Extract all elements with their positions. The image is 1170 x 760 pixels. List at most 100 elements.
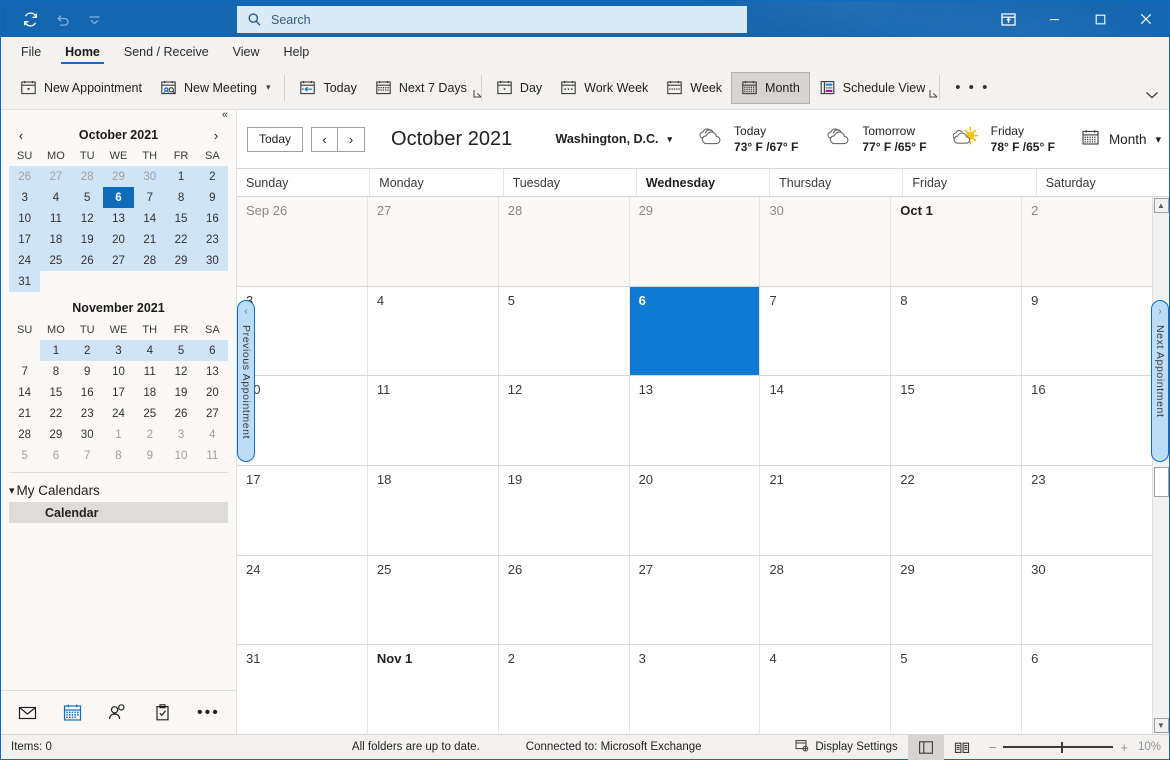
mini-calendar-day[interactable]: 30 bbox=[72, 424, 103, 445]
mini-calendar-day[interactable]: 29 bbox=[165, 250, 196, 271]
calendar-day-cell[interactable]: 15 bbox=[891, 376, 1022, 465]
mini-calendar-day[interactable]: 9 bbox=[72, 361, 103, 382]
chevron-down-icon[interactable]: ▾ bbox=[668, 134, 673, 145]
ribbon-display-options-icon[interactable] bbox=[985, 1, 1031, 37]
mini-calendar-day[interactable]: 21 bbox=[9, 403, 40, 424]
mini-calendar-day[interactable]: 19 bbox=[165, 382, 196, 403]
mini-calendar-day[interactable]: 21 bbox=[134, 229, 165, 250]
tab-help[interactable]: Help bbox=[272, 37, 322, 66]
mini-calendar-day[interactable]: 17 bbox=[103, 382, 134, 403]
calendar-day-cell[interactable]: 10 bbox=[237, 376, 368, 465]
tab-file[interactable]: File bbox=[9, 37, 53, 66]
my-calendars-header[interactable]: ▾ My Calendars bbox=[1, 479, 236, 502]
mini-calendar-day[interactable]: 4 bbox=[134, 340, 165, 361]
zoom-slider-knob[interactable] bbox=[1061, 742, 1064, 753]
arrange-dialog-launcher-icon[interactable] bbox=[929, 87, 938, 101]
calendar-day-cell[interactable]: 3 bbox=[630, 645, 761, 734]
weather-friday[interactable]: Friday 78° F /65° F bbox=[953, 123, 1055, 155]
zoom-in-button[interactable]: + bbox=[1120, 740, 1128, 755]
mini-calendar-day[interactable]: 18 bbox=[40, 229, 71, 250]
mini-calendar-day[interactable]: 19 bbox=[72, 229, 103, 250]
calendar-day-cell[interactable]: 18 bbox=[368, 466, 499, 555]
calendar-day-cell[interactable]: Sep 26 bbox=[237, 197, 368, 286]
mini-calendar-day[interactable]: 24 bbox=[103, 403, 134, 424]
week-view-button[interactable]: Week bbox=[657, 72, 731, 104]
calendar-day-cell[interactable]: 6 bbox=[1022, 645, 1152, 734]
calendar-day-cell[interactable]: Oct 1 bbox=[891, 197, 1022, 286]
collapse-ribbon-icon[interactable] bbox=[1145, 87, 1159, 105]
calendar-day-cell[interactable]: 29 bbox=[630, 197, 761, 286]
tab-home[interactable]: Home bbox=[53, 37, 112, 66]
mini-calendar-day[interactable]: 3 bbox=[103, 340, 134, 361]
mini-calendar-day[interactable]: 25 bbox=[40, 250, 71, 271]
new-meeting-button[interactable]: New Meeting ▾ bbox=[151, 72, 279, 104]
schedule-view-button[interactable]: Schedule View bbox=[810, 72, 934, 104]
zoom-control[interactable]: − + bbox=[980, 740, 1137, 755]
calendar-day-cell[interactable]: 31 bbox=[237, 645, 368, 734]
mini-calendar-day[interactable]: 29 bbox=[40, 424, 71, 445]
previous-appointment-tab[interactable]: ‹ Previous Appointment bbox=[237, 300, 255, 462]
mini-calendar-day[interactable]: 9 bbox=[197, 187, 228, 208]
go-to-date-dialog-launcher-icon[interactable] bbox=[473, 87, 482, 101]
calendar-day-cell[interactable]: 25 bbox=[368, 556, 499, 645]
calendar-day-cell[interactable]: 28 bbox=[760, 556, 891, 645]
mini-calendar-day[interactable]: 8 bbox=[103, 445, 134, 466]
calendar-day-cell[interactable]: Nov 1 bbox=[368, 645, 499, 734]
mini-calendar-day[interactable]: 28 bbox=[9, 424, 40, 445]
mini-calendar-day[interactable]: 6 bbox=[197, 340, 228, 361]
calendar-day-cell[interactable]: 27 bbox=[630, 556, 761, 645]
mini-calendar-day[interactable]: 7 bbox=[134, 187, 165, 208]
mini-calendar-day[interactable]: 27 bbox=[197, 403, 228, 424]
calendar-day-cell[interactable]: 2 bbox=[499, 645, 630, 734]
mini-calendar-day[interactable]: 10 bbox=[165, 445, 196, 466]
work-week-view-button[interactable]: Work Week bbox=[551, 72, 657, 104]
send-receive-icon[interactable] bbox=[15, 5, 45, 33]
calendar-icon[interactable] bbox=[62, 702, 83, 723]
normal-view-button[interactable] bbox=[908, 735, 944, 760]
calendar-day-cell[interactable]: 24 bbox=[237, 556, 368, 645]
calendar-day-cell[interactable]: 16 bbox=[1022, 376, 1152, 465]
mini-calendar-prev-button[interactable]: ‹ bbox=[13, 128, 29, 143]
zoom-slider[interactable] bbox=[1003, 741, 1113, 753]
calendar-day-cell[interactable]: 27 bbox=[368, 197, 499, 286]
mini-calendar-day[interactable]: 10 bbox=[103, 361, 134, 382]
previous-period-button[interactable]: ‹ bbox=[311, 127, 338, 152]
mini-calendar-day[interactable]: 20 bbox=[197, 382, 228, 403]
next-appointment-tab[interactable]: › Next Appointment bbox=[1151, 300, 1169, 462]
undo-icon[interactable] bbox=[47, 5, 77, 33]
mini-calendar-day[interactable]: 4 bbox=[197, 424, 228, 445]
mini-calendar-day[interactable]: 29 bbox=[103, 166, 134, 187]
reading-view-button[interactable] bbox=[944, 735, 980, 760]
mini-calendar-day[interactable]: 2 bbox=[134, 424, 165, 445]
mini-calendar-day[interactable]: 28 bbox=[72, 166, 103, 187]
ribbon-overflow-button[interactable]: • • • bbox=[945, 79, 999, 96]
mini-calendar-day[interactable]: 11 bbox=[134, 361, 165, 382]
mini-calendar-day[interactable]: 20 bbox=[103, 229, 134, 250]
mini-calendar-day[interactable]: 27 bbox=[103, 250, 134, 271]
mini-calendar-day[interactable]: 28 bbox=[134, 250, 165, 271]
mini-calendar-day[interactable]: 30 bbox=[134, 166, 165, 187]
calendar-day-cell[interactable]: 3 bbox=[237, 287, 368, 376]
mini-calendar-day[interactable]: 11 bbox=[197, 445, 228, 466]
chevron-double-left-icon[interactable]: « bbox=[222, 110, 228, 124]
tab-send-receive[interactable]: Send / Receive bbox=[112, 37, 221, 66]
mini-calendar-day[interactable]: 1 bbox=[165, 166, 196, 187]
calendar-day-cell[interactable]: 21 bbox=[760, 466, 891, 555]
search-box[interactable] bbox=[237, 6, 747, 33]
mini-calendar-day[interactable]: 6 bbox=[103, 187, 134, 208]
mini-calendar-next-button[interactable]: › bbox=[208, 128, 224, 143]
mini-calendar-day[interactable]: 22 bbox=[40, 403, 71, 424]
search-input[interactable] bbox=[271, 13, 711, 27]
mini-calendar-day[interactable]: 2 bbox=[72, 340, 103, 361]
mini-calendar-day[interactable]: 16 bbox=[197, 208, 228, 229]
mini-calendar-day[interactable]: 16 bbox=[72, 382, 103, 403]
calendar-day-cell[interactable]: 28 bbox=[499, 197, 630, 286]
scrollbar-thumb[interactable] bbox=[1154, 467, 1169, 497]
chevron-down-icon[interactable]: ▾ bbox=[1155, 133, 1161, 146]
chevron-down-icon[interactable]: ▾ bbox=[9, 484, 15, 497]
mini-calendar-day[interactable]: 9 bbox=[134, 445, 165, 466]
mini-calendar-day[interactable]: 3 bbox=[165, 424, 196, 445]
mini-calendar-day[interactable]: 26 bbox=[72, 250, 103, 271]
mini-calendar-day[interactable]: 7 bbox=[72, 445, 103, 466]
mini-calendar-day[interactable]: 26 bbox=[9, 166, 40, 187]
